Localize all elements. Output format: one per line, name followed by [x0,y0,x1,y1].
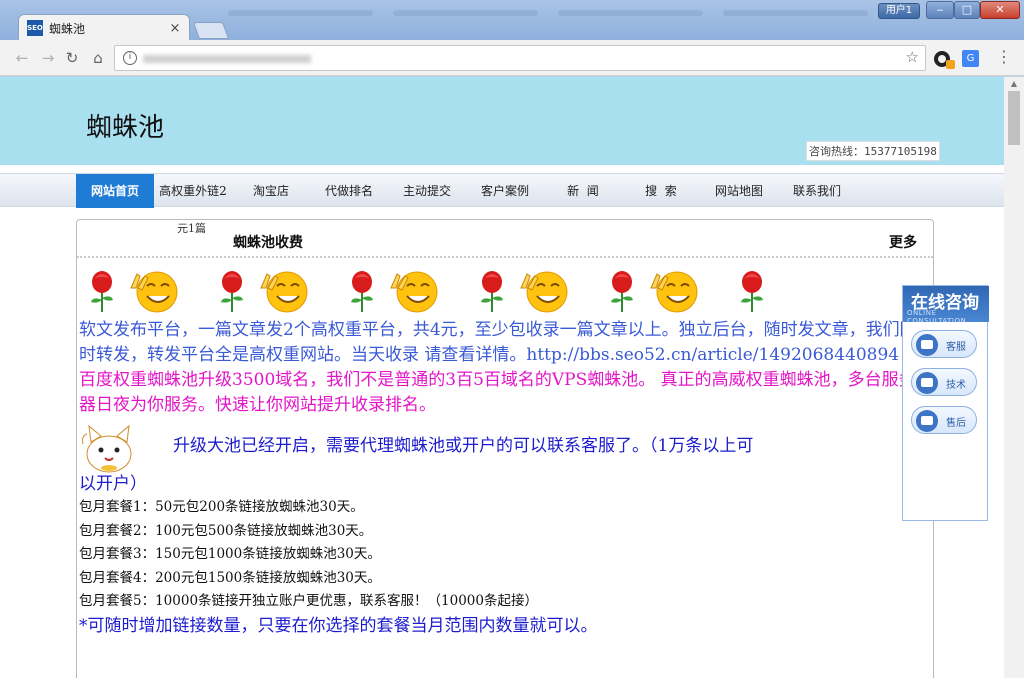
content-text: 软文发布平台，一篇文章发2个高权重平台，共4元，至少包收录一篇文章以上。独立后台… [79,318,931,639]
info-icon[interactable]: i [123,51,137,65]
window-titlebar: SEO 蜘蛛池 × 用户1 ‒ □ ✕ [0,0,1024,41]
consult-subtitle: ONLINE CONSULTATION [907,309,967,322]
forward-icon[interactable]: → [38,48,58,68]
main-nav: 网站首页 高权重外链2 淘宝店 代做排名 主动提交 客户案例 新 闻 搜 索 网… [0,173,1004,208]
stray-text: 元1篇 [177,222,206,235]
upgrade-paragraph: 百度权重蜘蛛池升级3500域名，我们不是普通的3百5百域名的VPS蜘蛛池。 真正… [79,370,916,415]
online-consult-panel: 在线咨询 ONLINE CONSULTATION 客服 技术 售后 [902,285,989,521]
rose-icon [91,271,113,312]
scroll-up-icon[interactable]: ▲ [1004,77,1024,91]
more-link[interactable]: 更多 [889,232,917,252]
lucky-cat-icon [82,424,132,473]
home-icon[interactable]: ⌂ [88,48,108,68]
site-title: 蜘蛛池 [86,113,165,143]
browser-toolbar: ← → ↻ ⌂ i ☆ G ⋮ [0,40,1024,76]
box-title: 蜘蛛池收费 [233,235,303,251]
rose-icon [481,271,503,312]
chat-icon [916,410,938,432]
victory-smiley-icon [130,271,178,313]
site-header: 蜘蛛池 咨询热线：15377105198 [0,77,1004,165]
nav-item-backlinks[interactable]: 高权重外链2 [154,174,232,208]
victory-smiley-icon [520,271,568,313]
background-tabs [228,6,868,22]
plan-item: 包月套餐5：10000条链接开独立账户更优惠，联系客服！（10000条起接） [79,593,538,609]
rose-icon [741,271,763,312]
hotline-text: 咨询热线：15377105198 [806,141,940,161]
extension-badge [946,60,955,69]
user-profile-button[interactable]: 用户1 [878,3,920,19]
tab-title: 蜘蛛池 [49,21,86,36]
softwen-paragraph: 软文发布平台，一篇文章发2个高权重平台，共4元，至少包收录一篇文章以上。独立后台… [79,320,917,365]
page-scrollbar[interactable]: ▲ [1004,77,1024,678]
tech-support-button[interactable]: 技术 [911,368,977,396]
agent-text-tail: 以开户） [79,474,147,494]
nav-item-cases[interactable]: 客户案例 [466,174,544,208]
victory-smiley-icon [650,271,698,313]
address-bar[interactable]: i ☆ [114,45,926,71]
rose-icon [221,271,243,312]
maximize-button[interactable]: □ [954,1,980,19]
chat-icon [916,334,938,356]
back-icon[interactable]: ← [12,48,32,68]
nav-item-contact[interactable]: 联系我们 [778,174,856,208]
close-tab-icon[interactable]: × [167,21,183,36]
consult-button-label: 售后 [946,418,966,429]
consult-button-label: 技术 [946,380,966,391]
pricing-box: 元1篇 蜘蛛池收费 更多 软文发布平台，一篇文章发2个高权重平台，共4元，至少包… [76,219,934,678]
scroll-thumb[interactable] [1008,91,1020,145]
seo-favicon-icon: SEO [27,20,43,36]
box-header: 元1篇 蜘蛛池收费 更多 [77,220,933,258]
nav-item-submit[interactable]: 主动提交 [388,174,466,208]
plan-item: 包月套餐3：150元包1000条链接放蜘蛛池30天。 [79,546,381,562]
consult-panel-header: 在线咨询 ONLINE CONSULTATION [903,286,989,322]
minimize-button[interactable]: ‒ [926,1,954,19]
rose-icon [351,271,373,312]
customer-service-button[interactable]: 客服 [911,330,977,358]
nav-item-news[interactable]: 新 闻 [544,174,622,208]
nav-item-sitemap[interactable]: 网站地图 [700,174,778,208]
plan-item: 包月套餐2：100元包500条链接放蜘蛛池30天。 [79,522,373,539]
reload-icon[interactable]: ↻ [62,48,82,68]
after-sales-button[interactable]: 售后 [911,406,977,434]
translate-icon[interactable]: G [962,50,979,67]
victory-smiley-icon [260,271,308,313]
web-page: 蜘蛛池 咨询热线：15377105198 网站首页 高权重外链2 淘宝店 代做排… [0,77,1004,678]
agent-text: 升级大池已经开启，需要代理蜘蛛池或开户的可以联系客服了。（1万条以上可 [173,436,754,456]
nav-item-search[interactable]: 搜 索 [622,174,700,208]
rose-icon [611,271,633,312]
consult-button-label: 客服 [946,342,966,353]
star-icon[interactable]: ☆ [906,48,919,66]
new-tab-button[interactable] [192,22,230,39]
plan-item: 包月套餐1：50元包200条链接放蜘蛛池30天。 [79,499,364,515]
emoji-row [79,266,779,316]
browser-tab-active[interactable]: SEO 蜘蛛池 × [18,14,190,41]
chat-icon [916,372,938,394]
nav-item-home[interactable]: 网站首页 [76,174,154,208]
nav-item-taobao[interactable]: 淘宝店 [232,174,310,208]
nav-item-ranking[interactable]: 代做排名 [310,174,388,208]
menu-icon[interactable]: ⋮ [996,49,1012,65]
victory-smiley-icon [390,271,438,313]
address-url-blurred [143,55,311,63]
note-paragraph: *可随时增加链接数量，只要在你选择的套餐当月范围内数量就可以。 [79,615,598,636]
plan-item: 包月套餐4：200元包1500条链接放蜘蛛池30天。 [79,569,381,586]
close-window-button[interactable]: ✕ [980,1,1020,19]
agent-row: 升级大池已经开启，需要代理蜘蛛池或开户的可以联系客服了。（1万条以上可 [79,420,931,473]
